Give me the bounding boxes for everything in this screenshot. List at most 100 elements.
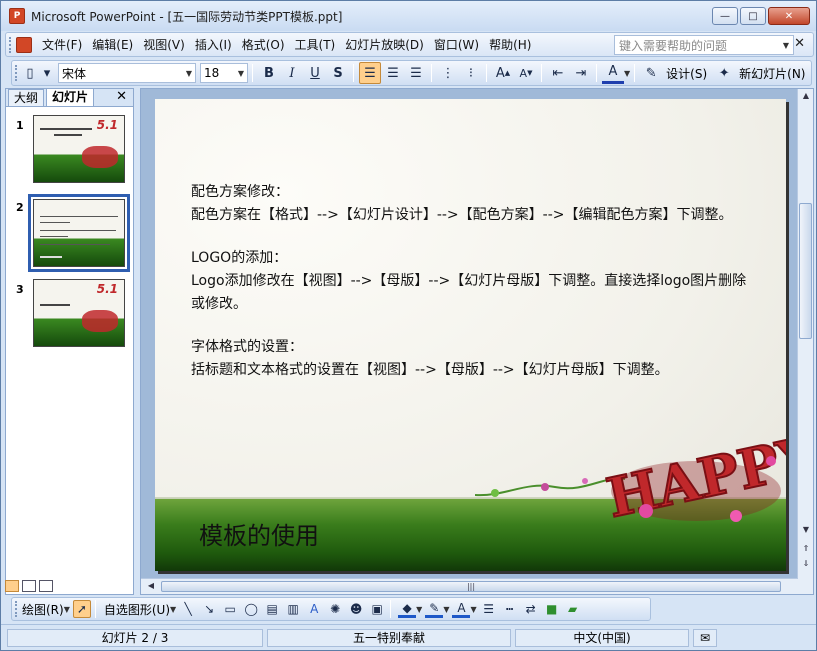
slide-thumbnail-1[interactable]: 5.1 bbox=[33, 115, 125, 183]
toolbar-separator bbox=[634, 64, 636, 82]
new-slide-button[interactable]: 新幻灯片(N) bbox=[739, 65, 805, 82]
menu-window[interactable]: 窗口(W) bbox=[434, 36, 479, 53]
3d-style-icon[interactable]: ▰ bbox=[564, 600, 582, 618]
help-search-placeholder: 键入需要帮助的问题 bbox=[619, 38, 728, 53]
font-name-select[interactable]: 宋体 ▼ bbox=[58, 63, 196, 83]
dash-style-icon[interactable]: ┅ bbox=[501, 600, 519, 618]
previous-slide-icon[interactable]: ⇑ bbox=[800, 544, 812, 556]
rectangle-icon[interactable]: ▭ bbox=[221, 600, 239, 618]
shadow-button[interactable]: S bbox=[327, 62, 349, 84]
font-color-icon[interactable]: A bbox=[602, 62, 624, 84]
underline-button[interactable]: U bbox=[304, 62, 326, 84]
vertical-textbox-icon[interactable]: ▥ bbox=[284, 600, 302, 618]
menu-format[interactable]: 格式(O) bbox=[242, 36, 285, 53]
help-search-input[interactable]: 键入需要帮助的问题 ▼ bbox=[614, 35, 794, 55]
chevron-down-icon[interactable]: ▼ bbox=[470, 605, 476, 614]
bold-button[interactable]: B bbox=[258, 62, 280, 84]
thumbnail-flower-decoration bbox=[82, 146, 118, 168]
chevron-down-icon[interactable]: ▼ bbox=[443, 605, 449, 614]
bullet-list-icon[interactable]: ⁝ bbox=[460, 62, 482, 84]
toolbar-options-icon[interactable]: ▾ bbox=[42, 62, 52, 84]
textbox-icon[interactable]: ▤ bbox=[263, 600, 281, 618]
new-slide-icon[interactable]: ✦ bbox=[713, 62, 735, 84]
chevron-down-icon[interactable]: ▼ bbox=[416, 605, 422, 614]
view-buttons bbox=[5, 580, 53, 592]
align-left-icon[interactable]: ☰ bbox=[359, 62, 381, 84]
horizontal-scroll-thumb[interactable]: ||| bbox=[161, 581, 781, 592]
drawbar-grip-handle[interactable] bbox=[15, 601, 18, 617]
new-document-icon[interactable]: ▯ bbox=[19, 62, 41, 84]
slide-thumbnail-3[interactable]: 5.1 bbox=[33, 279, 125, 347]
increase-font-icon[interactable]: A ▲ bbox=[492, 62, 514, 84]
menu-tools[interactable]: 工具(T) bbox=[295, 36, 336, 53]
font-name-value: 宋体 bbox=[62, 66, 87, 81]
arrow-icon[interactable]: ↘ bbox=[200, 600, 218, 618]
menu-help[interactable]: 帮助(H) bbox=[489, 36, 531, 53]
arrow-style-icon[interactable]: ⇄ bbox=[522, 600, 540, 618]
next-slide-icon[interactable]: ⇓ bbox=[800, 559, 812, 571]
line-icon[interactable]: ╲ bbox=[179, 600, 197, 618]
chevron-down-icon[interactable]: ▼ bbox=[64, 605, 70, 614]
horizontal-scrollbar[interactable]: ◀ ||| bbox=[141, 578, 798, 594]
language-status[interactable]: 中文(中国) bbox=[515, 628, 689, 647]
spelling-check-icon[interactable]: ✉ bbox=[693, 628, 717, 647]
font-color-icon[interactable]: A bbox=[452, 600, 471, 618]
maximize-button[interactable]: □ bbox=[740, 7, 766, 25]
increase-indent-icon[interactable]: ⇥ bbox=[570, 62, 592, 84]
slideshow-view-icon[interactable] bbox=[39, 580, 53, 592]
close-button[interactable]: ✕ bbox=[768, 7, 810, 25]
slide-thumbnail-2[interactable] bbox=[28, 194, 130, 272]
autoshapes-button[interactable]: 自选图形(U) bbox=[104, 601, 170, 618]
menu-grip-handle[interactable] bbox=[9, 36, 12, 53]
design-icon[interactable]: ✎ bbox=[640, 62, 662, 84]
toolbar-grip-handle[interactable] bbox=[15, 65, 18, 81]
slide-body-text[interactable]: 配色方案修改： 配色方案在【格式】-->【幻灯片设计】-->【配色方案】-->【… bbox=[191, 181, 751, 382]
menu-slideshow[interactable]: 幻灯片放映(D) bbox=[345, 36, 424, 53]
scroll-up-icon[interactable]: ▲ bbox=[800, 91, 812, 103]
slide-sorter-view-icon[interactable] bbox=[22, 580, 36, 592]
toolbar-separator bbox=[94, 600, 96, 618]
picture-icon[interactable]: ▣ bbox=[368, 600, 386, 618]
font-size-select[interactable]: 18 ▼ bbox=[200, 63, 248, 83]
normal-view-icon[interactable] bbox=[5, 580, 19, 592]
menu-insert[interactable]: 插入(I) bbox=[195, 36, 232, 53]
diagram-icon[interactable]: ✺ bbox=[326, 600, 344, 618]
tab-slides[interactable]: 幻灯片 bbox=[46, 88, 95, 106]
tab-outline[interactable]: 大纲 bbox=[8, 89, 45, 106]
scroll-down-icon[interactable]: ▼ bbox=[800, 525, 812, 537]
decrease-indent-icon[interactable]: ⇤ bbox=[547, 62, 569, 84]
menu-file[interactable]: 文件(F) bbox=[42, 36, 82, 53]
chevron-down-icon[interactable]: ▼ bbox=[170, 605, 176, 614]
align-right-icon[interactable]: ☰ bbox=[405, 62, 427, 84]
menu-edit[interactable]: 编辑(E) bbox=[92, 36, 133, 53]
slide-footer-title[interactable]: 模板的使用 bbox=[199, 516, 319, 551]
select-pointer-icon[interactable]: ➚ bbox=[72, 600, 91, 618]
chevron-down-icon[interactable]: ▼ bbox=[783, 41, 789, 50]
oval-icon[interactable]: ◯ bbox=[242, 600, 260, 618]
scroll-left-icon[interactable]: ◀ bbox=[145, 581, 157, 593]
fill-color-icon[interactable]: ◆ bbox=[398, 600, 417, 618]
design-template-status: 五一特别奉献 bbox=[267, 628, 511, 647]
numbered-list-icon[interactable]: ⋮ bbox=[437, 62, 459, 84]
toolbar-separator bbox=[541, 64, 542, 82]
shadow-style-icon[interactable]: ■ bbox=[543, 600, 561, 618]
font-color-dropdown-icon[interactable]: ▼ bbox=[624, 69, 630, 78]
decrease-font-icon[interactable]: A ▼ bbox=[515, 62, 537, 84]
menu-view[interactable]: 视图(V) bbox=[143, 36, 185, 53]
design-button[interactable]: 设计(S) bbox=[666, 65, 707, 82]
align-center-icon[interactable]: ☰ bbox=[382, 62, 404, 84]
close-document-icon[interactable]: ✕ bbox=[794, 36, 805, 51]
document-icon[interactable] bbox=[16, 36, 32, 53]
clipart-icon[interactable]: ☻ bbox=[347, 600, 365, 618]
line-style-icon[interactable]: ☰ bbox=[480, 600, 498, 618]
powerpoint-app-icon[interactable]: P bbox=[9, 8, 25, 24]
italic-button[interactable]: I bbox=[281, 62, 303, 84]
line-color-icon[interactable]: ✎ bbox=[425, 600, 444, 618]
current-slide[interactable]: HAPPY 配色方案修改： 配色方案在【格式】-->【幻灯片设计】-->【配色方… bbox=[155, 99, 786, 571]
vertical-scrollbar[interactable]: ▲ ▼ ⇑ ⇓ bbox=[797, 89, 813, 594]
minimize-button[interactable]: — bbox=[712, 7, 738, 25]
close-panel-icon[interactable]: ✕ bbox=[116, 89, 127, 104]
draw-menu-button[interactable]: 绘图(R) bbox=[22, 601, 64, 618]
wordart-icon[interactable]: A bbox=[305, 600, 323, 618]
vertical-scroll-thumb[interactable] bbox=[799, 203, 812, 339]
